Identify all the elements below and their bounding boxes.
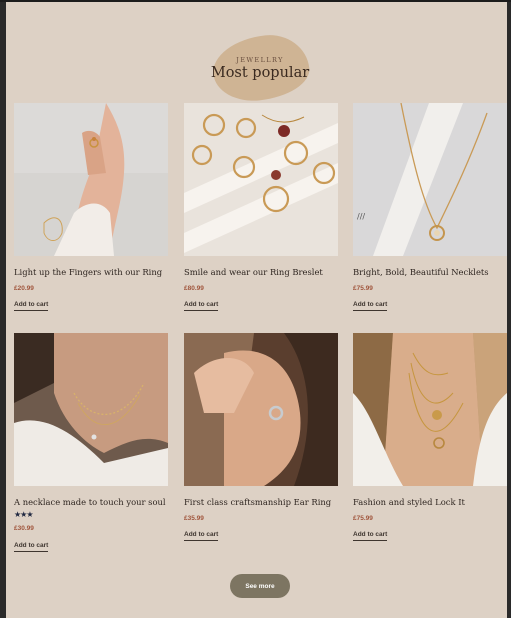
section-eyebrow: JEWELLRY — [236, 56, 284, 64]
section-title: Most popular — [210, 65, 310, 81]
product-name[interactable]: Smile and wear our Ring Breslet — [184, 267, 354, 277]
add-to-cart-button[interactable]: Add to cart — [14, 542, 49, 552]
product-image-pendant-necklace[interactable]: /// — [353, 103, 507, 256]
product-image-woman-necklace[interactable] — [14, 333, 168, 486]
add-to-cart-button[interactable]: Add to cart — [184, 301, 219, 311]
product-image-layered-necklaces[interactable] — [353, 333, 507, 486]
product-price: £35.99 — [184, 515, 204, 522]
product-price: £75.99 — [353, 285, 373, 292]
product-price: £80.99 — [184, 285, 204, 292]
product-name[interactable]: A necklace made to touch your soul — [14, 497, 184, 507]
product-price: £30.99 — [14, 525, 34, 532]
product-image-ring-on-hand[interactable] — [14, 103, 168, 256]
see-more-button[interactable]: See more — [230, 574, 290, 598]
add-to-cart-button[interactable]: Add to cart — [353, 531, 388, 541]
add-to-cart-button[interactable]: Add to cart — [184, 531, 219, 541]
product-name[interactable]: First class craftsmanship Ear Ring — [184, 497, 354, 507]
product-name[interactable]: Bright, Bold, Beautiful Necklets — [353, 267, 507, 277]
rating-stars: ★★★ — [14, 510, 33, 519]
product-section: JEWELLRY Most popular Light up the Finge… — [6, 2, 507, 618]
section-header: JEWELLRY Most popular — [6, 31, 507, 106]
product-name[interactable]: Light up the Fingers with our Ring — [14, 267, 184, 277]
product-price: £20.99 — [14, 285, 34, 292]
product-image-ear-ring[interactable] — [184, 333, 338, 486]
product-image-gold-rings[interactable] — [184, 103, 338, 256]
svg-text:///: /// — [357, 212, 365, 221]
add-to-cart-button[interactable]: Add to cart — [14, 301, 49, 311]
add-to-cart-button[interactable]: Add to cart — [353, 301, 388, 311]
product-name[interactable]: Fashion and styled Lock It — [353, 497, 507, 507]
product-price: £75.99 — [353, 515, 373, 522]
